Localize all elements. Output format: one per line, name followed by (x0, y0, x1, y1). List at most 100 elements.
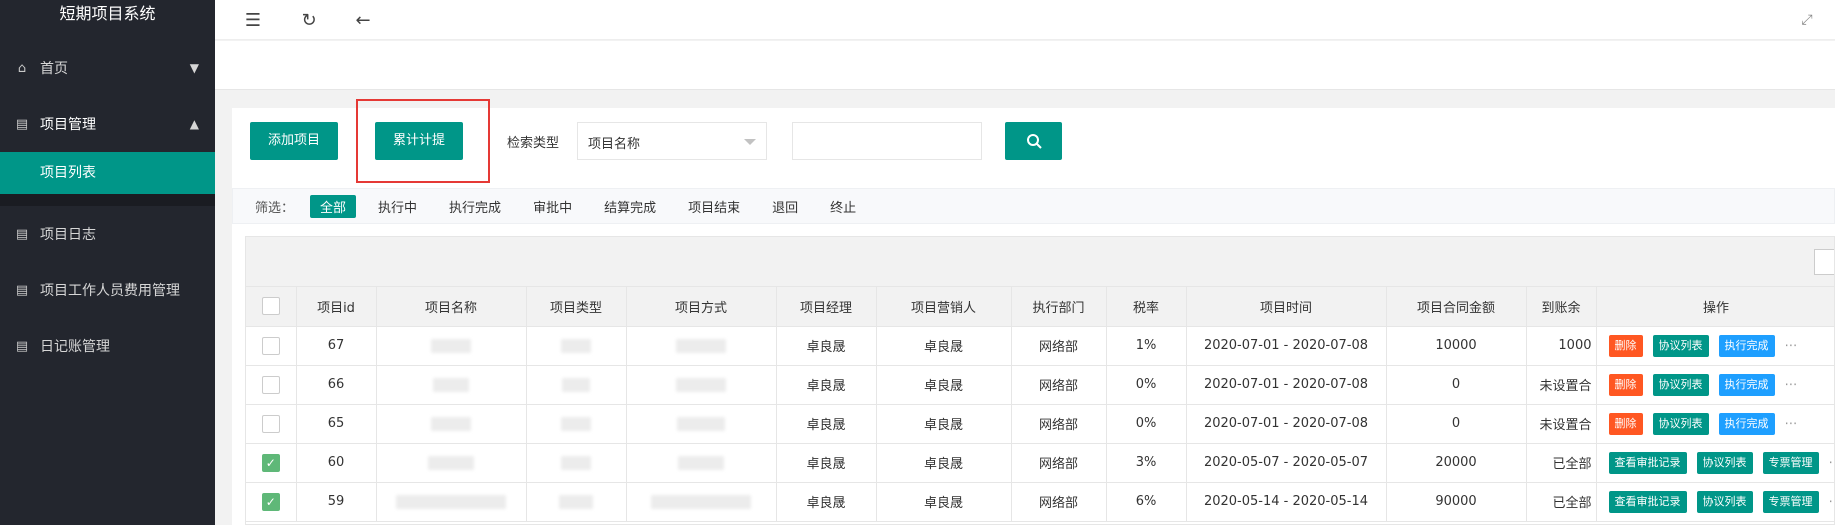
filter-all[interactable]: 全部 (310, 194, 357, 218)
filter-ended[interactable]: 项目结束 (678, 195, 750, 218)
cell-marketer: 卓良晟 (876, 326, 1012, 366)
cell-tax: 1% (1106, 326, 1187, 366)
submenu: 项目列表 (0, 152, 215, 206)
more-icon[interactable]: ⋯ (1785, 338, 1798, 353)
chevron-down-icon (744, 139, 756, 145)
col-marketer[interactable]: 项目营销人 (876, 287, 1012, 327)
col-manager[interactable]: 项目经理 (776, 287, 877, 327)
row-action-button[interactable]: 执行完成 (1718, 334, 1775, 357)
cell-dept: 网络部 (1011, 326, 1107, 366)
row-checkbox[interactable] (261, 375, 280, 394)
cell-marketer: 卓良晟 (876, 404, 1012, 444)
col-method[interactable]: 项目方式 (626, 287, 777, 327)
search-button[interactable] (1005, 122, 1062, 160)
cell-dept: 网络部 (1011, 404, 1107, 444)
row-action-button[interactable]: 专票管理 (1762, 490, 1819, 513)
redacted-type (561, 455, 591, 470)
print-icon[interactable] (1814, 249, 1834, 275)
cell-actions: 删除 协议列表 执行完成 ⋯ (1596, 365, 1834, 405)
redacted-name (396, 494, 506, 509)
menu-toggle-icon[interactable]: ☰ (239, 6, 267, 34)
sidebar-item-label: 首页 (40, 61, 68, 77)
cell-id: 65 (296, 404, 377, 444)
col-balance[interactable]: 到账余 (1526, 287, 1597, 327)
filter-returned[interactable]: 退回 (762, 195, 808, 218)
table-row: 66 卓良晟 卓良晟 网络部 0% 2020-07-01 - 2020-07-08 0 未设置… (246, 365, 1834, 405)
row-action-button[interactable]: 协议列表 (1696, 451, 1753, 474)
document-icon: ▤ (15, 116, 29, 132)
row-action-button[interactable]: 删除 (1608, 334, 1643, 357)
cell-amount: 0 (1386, 365, 1527, 405)
more-icon[interactable]: ⋯ (1785, 416, 1798, 431)
filter-bar: 筛选： 全部 执行中 执行完成 审批中 结算完成 项目结束 退回 终止 (232, 188, 1835, 224)
row-checkbox[interactable] (261, 336, 280, 355)
more-icon[interactable]: ⋯ (1829, 494, 1835, 509)
col-time[interactable]: 项目时间 (1186, 287, 1387, 327)
cell-dept: 网络部 (1011, 443, 1107, 483)
col-dept[interactable]: 执行部门 (1011, 287, 1107, 327)
col-type[interactable]: 项目类型 (526, 287, 627, 327)
row-action-button[interactable]: 查看审批记录 (1608, 451, 1687, 474)
cell-tax: 3% (1106, 443, 1187, 483)
fullscreen-icon[interactable]: ⤢ (1793, 6, 1821, 34)
cell-id: 59 (296, 482, 377, 522)
row-action-button[interactable]: 删除 (1608, 412, 1643, 435)
row-action-button[interactable]: 协议列表 (1696, 490, 1753, 513)
sidebar-subitem-project-list[interactable]: 项目列表 (0, 152, 215, 194)
redacted-name (431, 416, 471, 431)
filter-approving[interactable]: 审批中 (523, 195, 582, 218)
row-action-button[interactable]: 查看审批记录 (1608, 490, 1687, 513)
sidebar-item-home[interactable]: ⌂ 首页 ▼ (0, 40, 215, 96)
sidebar-item-staff-cost[interactable]: ▤ 项目工作人员费用管理 (0, 262, 215, 318)
filter-terminated[interactable]: 终止 (820, 195, 866, 218)
search-input[interactable] (792, 122, 982, 160)
row-action-button[interactable]: 协议列表 (1652, 334, 1709, 357)
app-title: 短期项目系统 (59, 4, 156, 23)
more-icon[interactable]: ⋯ (1829, 455, 1835, 470)
col-name[interactable]: 项目名称 (376, 287, 527, 327)
redacted-name (431, 338, 471, 353)
redacted-name (428, 455, 474, 470)
row-action-button[interactable]: 协议列表 (1652, 412, 1709, 435)
cell-marketer: 卓良晟 (876, 482, 1012, 522)
sidebar-item-project-log[interactable]: ▤ 项目日志 (0, 206, 215, 262)
sidebar-item-project-management[interactable]: ▤ 项目管理 ▲ (0, 96, 215, 152)
search-type-select[interactable]: 项目名称 (577, 122, 767, 160)
cell-amount: 20000 (1386, 443, 1527, 483)
redacted-type (561, 416, 591, 431)
cell-time: 2020-05-07 - 2020-05-07 (1186, 443, 1387, 483)
sidebar: 短期项目系统 ⌂ 首页 ▼ ▤ 项目管理 ▲ 项目列表 ▤ 项目日志 ▤ 项目工… (0, 0, 215, 525)
filter-executing[interactable]: 执行中 (368, 195, 427, 218)
cell-time: 2020-07-01 - 2020-07-08 (1186, 404, 1387, 444)
col-tax[interactable]: 税率 (1106, 287, 1187, 327)
refresh-icon[interactable]: ↻ (295, 6, 323, 34)
cell-tax: 0% (1106, 404, 1187, 444)
document-icon: ▤ (15, 282, 29, 298)
filter-executed[interactable]: 执行完成 (439, 195, 511, 218)
cell-amount: 90000 (1386, 482, 1527, 522)
more-icon[interactable]: ⋯ (1785, 377, 1798, 392)
cell-actions: 删除 协议列表 执行完成 ⋯ (1596, 326, 1834, 366)
col-amount[interactable]: 项目合同金额 (1386, 287, 1527, 327)
row-action-button[interactable]: 删除 (1608, 373, 1643, 396)
cell-tax: 6% (1106, 482, 1187, 522)
cell-balance: 1000 (1526, 326, 1597, 366)
row-checkbox[interactable]: ✓ (261, 492, 280, 511)
row-action-button[interactable]: 专票管理 (1762, 451, 1819, 474)
redacted-type (562, 377, 590, 392)
row-checkbox[interactable] (261, 414, 280, 433)
table-header-row: 项目id 项目名称 项目类型 项目方式 项目经理 项目营销人 执行部门 税率 项… (246, 287, 1834, 327)
col-id[interactable]: 项目id (296, 287, 377, 327)
back-arrow-icon[interactable]: ← (349, 6, 377, 34)
row-checkbox[interactable]: ✓ (261, 453, 280, 472)
add-project-button[interactable]: 添加项目 (250, 122, 339, 160)
filter-settled[interactable]: 结算完成 (594, 195, 666, 218)
cell-balance: 未设置合 (1526, 365, 1597, 405)
select-all-checkbox[interactable] (261, 297, 280, 316)
sidebar-item-journal[interactable]: ▤ 日记账管理 (0, 318, 215, 374)
row-action-button[interactable]: 执行完成 (1718, 412, 1775, 435)
row-action-button[interactable]: 执行完成 (1718, 373, 1775, 396)
table-row: 65 卓良晟 卓良晟 网络部 0% 2020-07-01 - 2020-07-08 0 未设置… (246, 404, 1834, 444)
filter-label: 筛选： (255, 200, 295, 216)
row-action-button[interactable]: 协议列表 (1652, 373, 1709, 396)
